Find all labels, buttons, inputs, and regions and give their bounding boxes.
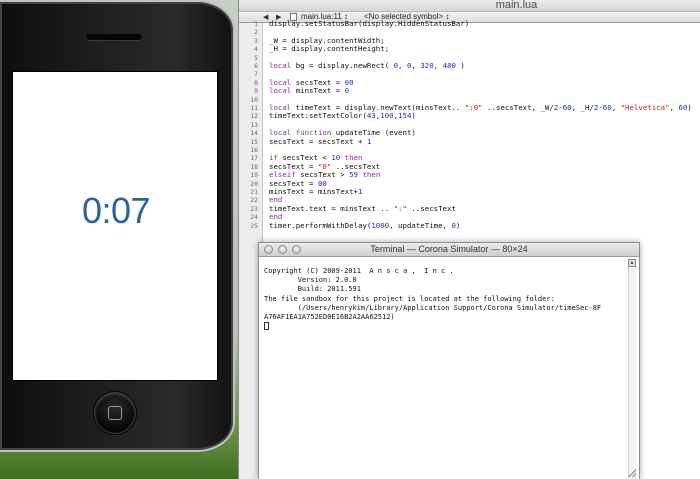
terminal-scrollbar[interactable]: ▲ (628, 259, 636, 478)
line-number: 10 (250, 95, 258, 104)
line-number: 18 (250, 162, 258, 171)
line-number: 19 (250, 171, 258, 180)
code-line[interactable]: 15 secsText = secsText + 1 (239, 136, 700, 146)
line-number: 16 (250, 146, 258, 154)
line-number: 17 (250, 154, 258, 163)
terminal-title: Terminal — Corona Simulator — 80×24 (370, 244, 528, 254)
resize-grip-icon[interactable] (628, 469, 636, 477)
line-number: 1 (254, 20, 258, 28)
line-number: 9 (254, 87, 258, 96)
code-text: secsText = secsText + 1 (269, 136, 372, 146)
code-text: minsText = minsText+1 (269, 187, 363, 196)
code-text: display.setStatusBar(display.HiddenStatu… (269, 19, 470, 28)
iphone-device-frame: 0:07 (0, 0, 235, 452)
line-number: 24 (250, 213, 258, 222)
terminal-line: Build: 2011.591 (264, 285, 361, 294)
line-number: 2 (254, 28, 258, 37)
code-text: local minsText = 0 (269, 86, 350, 96)
code-line[interactable]: 21 minsText = minsText+1 (239, 187, 700, 196)
code-text: timeText:setTextColor(43,100,154) (269, 111, 416, 121)
editor-window-title: main.lua (495, 0, 538, 11)
line-number: 3 (254, 36, 258, 45)
editor-titlebar: main.lua (239, 0, 700, 11)
code-line[interactable]: 6 local bg = display.newRect( 0, 0, 320, … (239, 61, 700, 70)
home-button[interactable] (94, 392, 136, 434)
line-number: 6 (254, 62, 258, 70)
terminal-output[interactable]: Copyright (C) 2009-2011 A n s c a , I n … (264, 267, 629, 332)
code-line[interactable]: 4 _H = display.contentHeight; (239, 44, 700, 54)
timer-display: 0:07 (81, 190, 151, 231)
terminal-line: Version: 2.0.0 (264, 276, 357, 285)
line-number: 25 (250, 221, 258, 230)
code-text: timeText.text = minsText .. ":" ..secsTe… (269, 203, 456, 213)
line-number: 20 (250, 179, 258, 188)
line-number: 13 (250, 120, 258, 129)
phone-screen[interactable]: 0:07 (12, 71, 218, 381)
line-number: 22 (250, 196, 258, 205)
terminal-line: Copyright (C) 2009-2011 A n s c a , I n … (264, 267, 454, 275)
code-text: _H = display.contentHeight; (269, 44, 390, 54)
line-number: 15 (250, 137, 258, 146)
terminal-line: A76AF1EA1A752ED0E16B2A2AA62512) (264, 313, 395, 322)
line-number: 7 (254, 70, 258, 79)
terminal-cursor (264, 322, 269, 331)
line-number: 5 (254, 53, 258, 62)
terminal-titlebar: Terminal — Corona Simulator — 80×24 (259, 243, 639, 257)
home-button-icon (108, 406, 122, 420)
code-line[interactable]: 12 timeText:setTextColor(43,100,154) (239, 111, 700, 121)
code-line[interactable]: 25 timer.performWithDelay(1000, updateTim… (239, 220, 700, 230)
line-number: 8 (254, 78, 258, 87)
line-number: 4 (254, 45, 258, 54)
code-text-area[interactable]: 1 display.setStatusBar(display.HiddenStat… (239, 19, 700, 230)
code-line[interactable]: 9 local minsText = 0 (239, 86, 700, 96)
code-line[interactable]: 23 timeText.text = minsText .. ":" ..secs… (239, 203, 700, 213)
terminal-window: Terminal — Corona Simulator — 80×24 Copy… (258, 242, 640, 479)
line-number: 12 (250, 112, 258, 121)
line-number: 23 (250, 204, 258, 213)
scroll-up-icon[interactable]: ▲ (628, 259, 636, 267)
terminal-line: The file sandbox for this project is loc… (264, 294, 555, 303)
code-text: local bg = display.newRect( 0, 0, 320, 4… (269, 61, 465, 70)
line-number: 11 (250, 104, 258, 112)
line-number: 21 (250, 188, 258, 196)
terminal-line: (/Users/henrykim/Library/Application Sup… (264, 303, 602, 312)
code-line[interactable]: 1 display.setStatusBar(display.HiddenStat… (239, 19, 700, 28)
code-text: timer.performWithDelay(1000, updateTime,… (269, 220, 461, 230)
line-number: 14 (250, 129, 258, 138)
speaker-grill (86, 34, 142, 40)
